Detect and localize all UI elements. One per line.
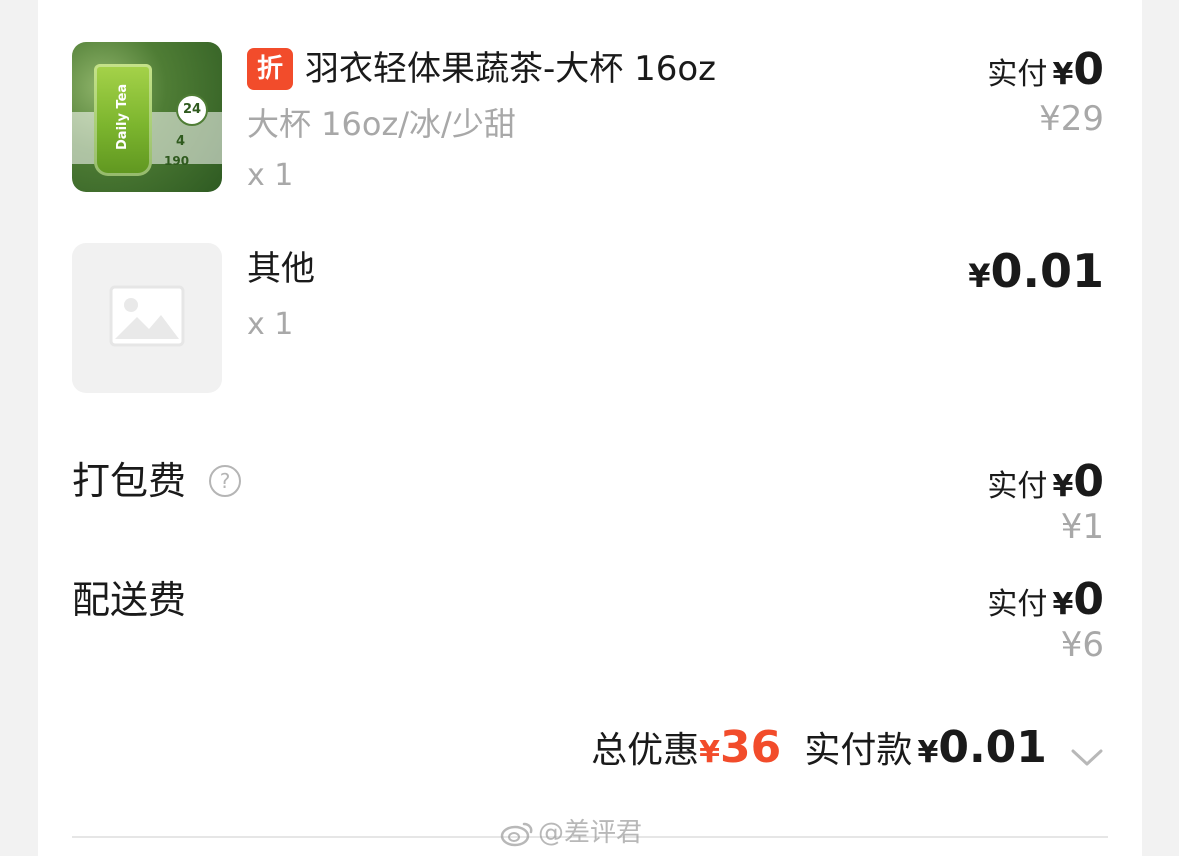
- paid-currency: ¥: [1052, 469, 1074, 504]
- other-item-price: ¥0.01: [968, 248, 1104, 294]
- other-item-name[interactable]: 其他: [247, 252, 315, 286]
- product-image-tea[interactable]: Daily Tea 24 4 190: [72, 42, 222, 192]
- paid-currency: ¥: [1052, 587, 1074, 622]
- delivery-fee-paid: 实付 ¥0: [987, 578, 1104, 622]
- other-price-currency: ¥: [968, 257, 991, 295]
- order-detail-card: Daily Tea 24 4 190 折 羽衣轻体果蔬茶-大杯 16oz 大杯 …: [38, 0, 1142, 856]
- product-original-price: ¥29: [1039, 99, 1104, 139]
- total-paid-amount: 0.01: [938, 722, 1047, 773]
- product-spec: 大杯 16oz/冰/少甜: [247, 105, 516, 143]
- other-item-qty: x 1: [247, 307, 294, 342]
- total-paid-currency: ¥: [917, 735, 939, 770]
- paid-currency: ¥: [1052, 57, 1074, 92]
- help-icon[interactable]: ?: [209, 465, 241, 497]
- image-note-number: 4: [176, 134, 186, 149]
- image-badge: 24: [176, 94, 208, 126]
- packing-fee-label: 打包费: [72, 459, 187, 503]
- paid-label: 实付: [987, 469, 1048, 504]
- paid-amount: 0: [1073, 456, 1104, 507]
- paid-label: 实付: [987, 57, 1048, 92]
- discount-badge: 折: [247, 48, 293, 90]
- product-paid-price: 实付 ¥0: [987, 48, 1104, 92]
- other-price-amount: 0.01: [990, 244, 1105, 298]
- product-qty: x 1: [247, 158, 294, 193]
- watermark-text: @差评君: [538, 818, 643, 848]
- paid-amount: 0: [1073, 44, 1104, 95]
- image-brand-text: Daily Tea: [115, 83, 130, 151]
- image-note-number-2: 190: [164, 154, 190, 168]
- discount-currency: ¥: [699, 735, 721, 770]
- packing-fee-paid: 实付 ¥0: [987, 460, 1104, 504]
- delivery-fee-label: 配送费: [72, 578, 187, 622]
- weibo-icon: [500, 822, 533, 846]
- total-discount-amount: 36: [720, 722, 782, 773]
- chevron-down-icon[interactable]: [1070, 748, 1104, 768]
- paid-label: 实付: [987, 587, 1048, 622]
- total-discount-label: 总优惠: [591, 730, 700, 771]
- packing-fee-original: ¥1: [1060, 507, 1104, 547]
- delivery-fee-original: ¥6: [1060, 625, 1104, 665]
- order-summary[interactable]: 总优惠¥36 实付款 ¥0.01: [591, 726, 1104, 770]
- product-name[interactable]: 羽衣轻体果蔬茶-大杯 16oz: [305, 52, 716, 86]
- watermark: @差评君: [500, 812, 642, 849]
- image-placeholder-icon: [109, 285, 185, 347]
- total-paid-label: 实付款: [804, 730, 913, 771]
- product-image-placeholder[interactable]: [72, 243, 222, 393]
- paid-amount: 0: [1073, 574, 1104, 625]
